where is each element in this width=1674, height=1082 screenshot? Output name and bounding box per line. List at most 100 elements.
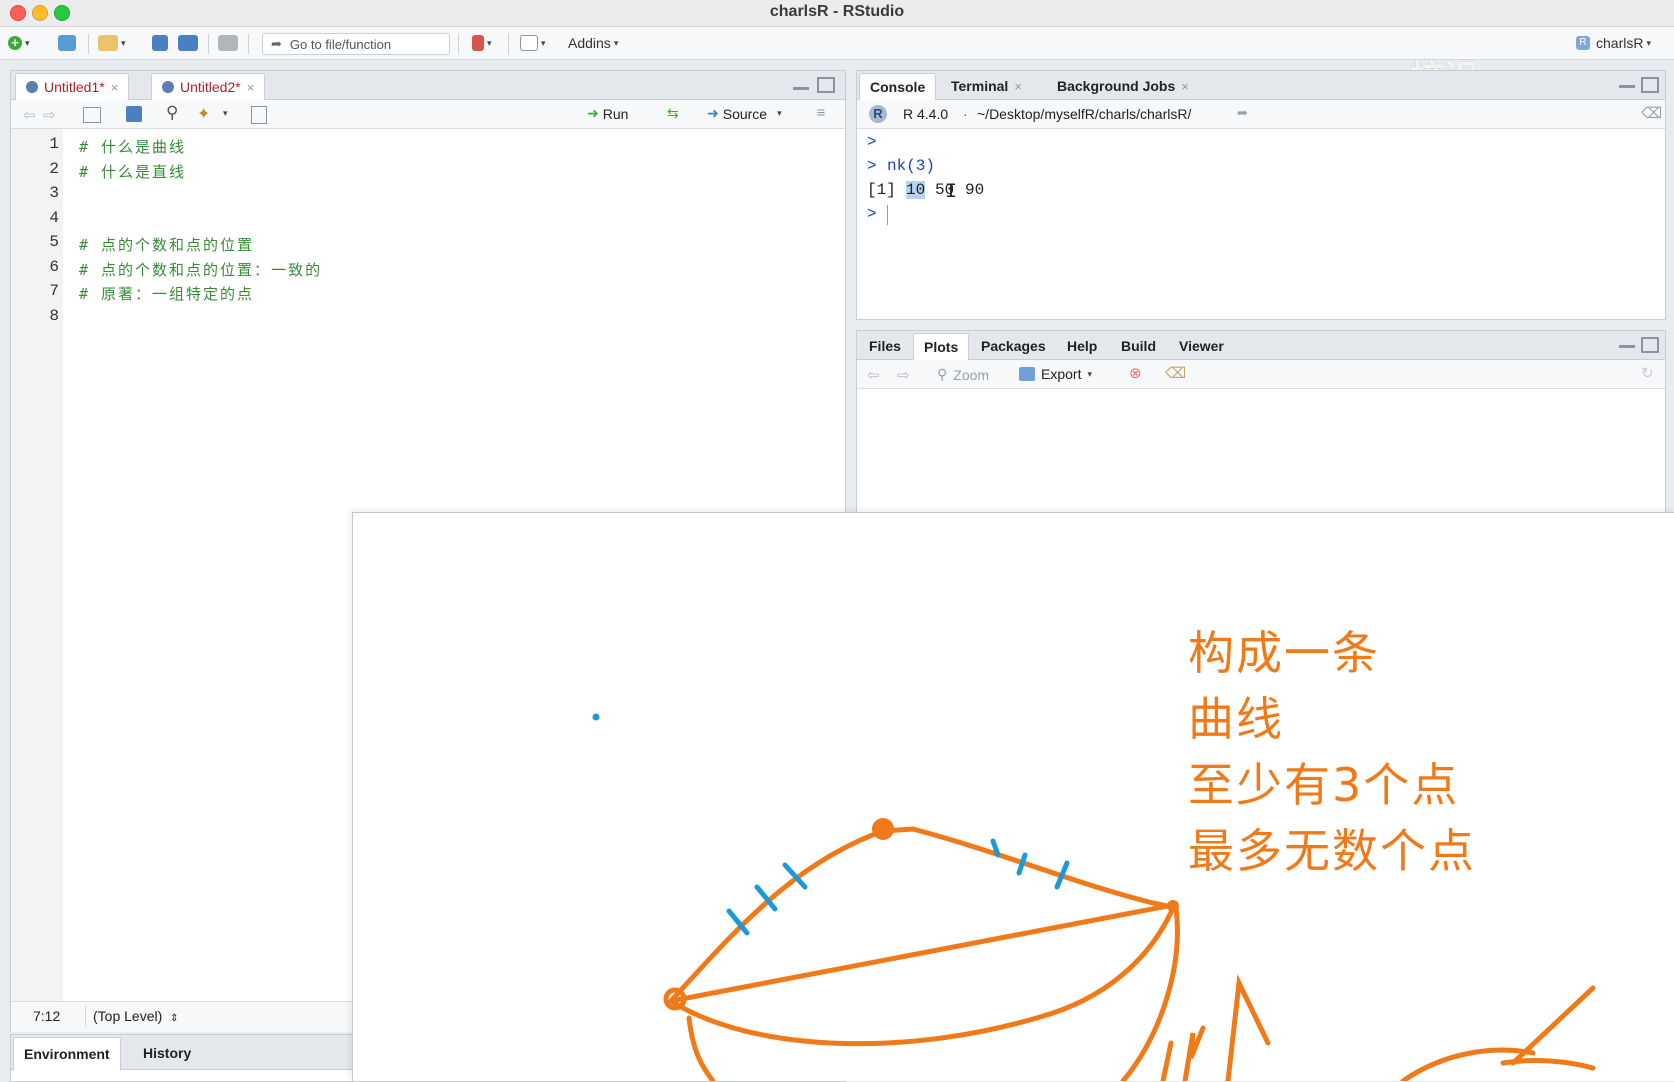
- refresh-icon[interactable]: ↻: [1641, 364, 1654, 382]
- line-number: 1: [49, 135, 59, 153]
- tab-label: Untitled2*: [180, 79, 241, 95]
- goto-file-input[interactable]: ➦ Go to file/function: [262, 33, 450, 55]
- forward-icon[interactable]: ⇨: [43, 106, 56, 124]
- new-file-button[interactable]: + ▾: [8, 33, 30, 53]
- close-icon[interactable]: ×: [1181, 79, 1189, 94]
- broom-icon[interactable]: ⌫: [1641, 104, 1662, 122]
- tab-label: Build: [1121, 338, 1156, 354]
- tab-help[interactable]: Help: [1057, 333, 1107, 359]
- run-button[interactable]: ➜ Run: [587, 105, 628, 122]
- grid-icon: [520, 35, 538, 51]
- rerun-icon[interactable]: ⇆: [667, 105, 679, 122]
- files-pane: Files Plots Packages Help Build Viewer ⇦…: [856, 330, 1666, 532]
- close-icon[interactable]: ×: [1014, 79, 1022, 94]
- tab-label: Plots: [924, 339, 959, 355]
- maximize-pane-icon[interactable]: [817, 77, 835, 93]
- close-icon[interactable]: ×: [247, 80, 255, 95]
- show-in-window-icon[interactable]: [83, 107, 101, 123]
- zoom-icon: ⚲: [937, 366, 948, 382]
- tab-viewer[interactable]: Viewer: [1169, 333, 1234, 359]
- line-number: 2: [49, 159, 59, 178]
- export-icon: [1019, 367, 1035, 381]
- save-all-button[interactable]: [178, 33, 198, 53]
- addins-menu[interactable]: Addins ▾: [568, 33, 618, 53]
- r-file-icon: [162, 81, 174, 93]
- tab-label: Environment: [24, 1046, 110, 1062]
- working-directory: ~/Desktop/myselfR/charls/charlsR/: [977, 106, 1192, 122]
- new-project-button[interactable]: [58, 33, 76, 53]
- code-line[interactable]: # 什么是直线: [79, 161, 186, 182]
- output-value: 90: [965, 181, 985, 199]
- code-line[interactable]: # 原著：一组特定的点: [79, 283, 254, 304]
- output-index: [1]: [867, 181, 896, 199]
- tab-plots[interactable]: Plots: [913, 333, 970, 361]
- scope-selector[interactable]: (Top Level) ⇕: [93, 1008, 179, 1024]
- tab-files[interactable]: Files: [859, 333, 911, 359]
- code-line[interactable]: # 点的个数和点的位置：一致的: [79, 259, 322, 280]
- tab-label: Console: [870, 79, 926, 95]
- tab-label: Terminal: [951, 78, 1009, 94]
- compile-report-icon[interactable]: [251, 106, 267, 124]
- drawn-point: [872, 818, 894, 840]
- print-button[interactable]: [218, 33, 238, 53]
- close-icon[interactable]: ×: [111, 80, 119, 95]
- search-icon[interactable]: ⚲: [166, 103, 178, 123]
- goto-directory-icon[interactable]: ➦: [1237, 105, 1248, 121]
- tab-build[interactable]: Build: [1111, 333, 1166, 359]
- maximize-pane-icon[interactable]: [1641, 337, 1659, 353]
- save-icon[interactable]: [126, 106, 142, 122]
- note-line: 曲线: [1188, 692, 1284, 746]
- plus-icon: +: [8, 36, 22, 50]
- tab-untitled1[interactable]: Untitled1* ×: [15, 73, 130, 101]
- chevron-down-icon: ▾: [1087, 368, 1092, 379]
- back-icon[interactable]: ⇦: [23, 106, 36, 124]
- zoom-label: Zoom: [953, 366, 990, 383]
- minimize-pane-icon[interactable]: [1619, 77, 1635, 88]
- remove-plot-icon[interactable]: ⊗: [1129, 364, 1142, 382]
- line-number: 4: [49, 208, 59, 227]
- console-output[interactable]: > > nk(3) [1] 10 50 90 I >: [857, 129, 1665, 319]
- note-line: 最多无数个点: [1188, 824, 1476, 878]
- tab-untitled2[interactable]: Untitled2* ×: [151, 73, 266, 101]
- source-arrow-icon: ➜: [707, 105, 719, 121]
- tab-label: Viewer: [1179, 338, 1224, 354]
- save-button[interactable]: [152, 33, 168, 53]
- maximize-pane-icon[interactable]: [1641, 77, 1659, 93]
- r-file-icon: [26, 81, 38, 93]
- drawn-dot: [592, 713, 600, 721]
- console-prompt: >: [867, 133, 877, 151]
- print-icon: [218, 35, 238, 51]
- zoom-button[interactable]: ⚲ Zoom: [937, 366, 989, 383]
- console-pane: Console Terminal × Background Jobs × R R…: [856, 70, 1666, 320]
- editor-toolbar: ⇦ ⇨ ⚲ ✦ ▾ ➜ Run ⇆ ➜ Source ▾ ≡: [11, 100, 845, 129]
- tab-terminal[interactable]: Terminal ×: [941, 73, 1032, 99]
- chevron-down-icon: ▾: [487, 37, 492, 48]
- back-icon[interactable]: ⇦: [867, 366, 880, 384]
- export-button[interactable]: Export ▾: [1019, 366, 1092, 382]
- code-line[interactable]: # 点的个数和点的位置: [79, 234, 254, 255]
- tab-label: Untitled1*: [44, 79, 105, 95]
- console-command: nk(3): [887, 157, 936, 175]
- minimize-pane-icon[interactable]: [1619, 337, 1635, 348]
- tab-console[interactable]: Console: [859, 73, 937, 101]
- broom-icon[interactable]: ⌫: [1165, 364, 1186, 382]
- source-button[interactable]: ➜ Source ▾: [707, 105, 782, 122]
- minimize-pane-icon[interactable]: [793, 79, 809, 90]
- chevron-down-icon: ▾: [25, 37, 30, 48]
- project-menu[interactable]: R charlsR ▾: [1576, 33, 1651, 53]
- code-line[interactable]: # 什么是曲线: [79, 136, 186, 157]
- chevron-down-icon[interactable]: ▾: [223, 108, 228, 119]
- tab-background-jobs[interactable]: Background Jobs ×: [1047, 73, 1199, 99]
- outline-icon[interactable]: ≡: [817, 104, 825, 120]
- version-control-button[interactable]: ▾: [472, 33, 492, 53]
- workspace-panes-button[interactable]: ▾: [520, 33, 546, 53]
- goto-file-label: Go to file/function: [289, 36, 392, 52]
- forward-icon[interactable]: ⇨: [897, 366, 910, 384]
- open-file-button[interactable]: ▾: [98, 33, 126, 53]
- tab-environment[interactable]: Environment: [13, 1037, 121, 1071]
- updown-icon: ⇕: [170, 1013, 179, 1024]
- wand-icon[interactable]: ✦: [197, 104, 210, 124]
- files-tabs: Files Plots Packages Help Build Viewer: [857, 331, 1665, 361]
- tab-history[interactable]: History: [133, 1037, 201, 1069]
- tab-packages[interactable]: Packages: [971, 333, 1056, 359]
